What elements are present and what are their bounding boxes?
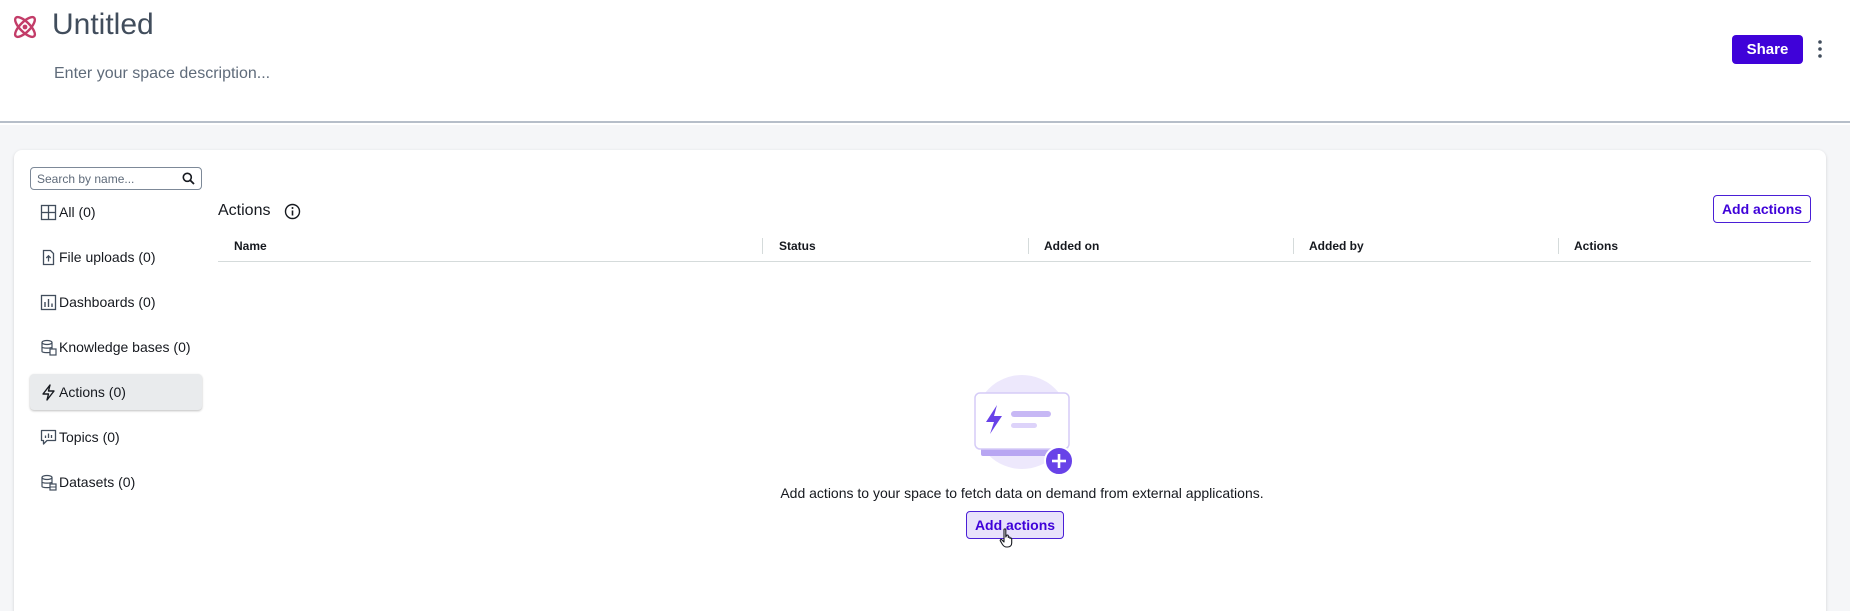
- sidebar-item-topics[interactable]: Topics (0): [30, 419, 202, 455]
- search-box[interactable]: [30, 167, 202, 190]
- column-divider[interactable]: [1293, 238, 1294, 254]
- database-icon: [41, 339, 57, 356]
- table-header: Name Status Added on Added by Actions: [218, 234, 1811, 262]
- page-title[interactable]: Untitled: [52, 8, 154, 42]
- lightning-icon: [42, 383, 55, 401]
- dataset-icon: [41, 474, 57, 491]
- sidebar-item-label: Knowledge bases (0): [59, 339, 191, 355]
- column-header-status[interactable]: Status: [779, 239, 816, 253]
- sidebar-item-dashboards[interactable]: Dashboards (0): [30, 284, 202, 320]
- topic-icon: [40, 429, 57, 445]
- sidebar-item-actions[interactable]: Actions (0): [30, 374, 202, 410]
- column-header-actions[interactable]: Actions: [1574, 239, 1618, 253]
- dashboard-icon: [40, 294, 57, 310]
- atom-logo-icon: [13, 15, 37, 39]
- sidebar-item-datasets[interactable]: Datasets (0): [30, 464, 202, 500]
- sidebar-item-label: Dashboards (0): [59, 294, 156, 310]
- workspace-area: All (0) File uploads (0) Dashboards (0): [0, 125, 1850, 611]
- content-panel: All (0) File uploads (0) Dashboards (0): [14, 150, 1826, 611]
- sidebar-item-label: Actions (0): [59, 384, 126, 400]
- sidebar-item-label: All (0): [59, 204, 96, 220]
- more-options-icon[interactable]: [1812, 37, 1828, 61]
- sidebar-item-label: Datasets (0): [59, 474, 136, 490]
- sidebar-item-all[interactable]: All (0): [30, 194, 202, 230]
- hand-cursor-icon: [999, 528, 1013, 548]
- share-button[interactable]: Share: [1732, 35, 1803, 64]
- empty-state-add-actions-button[interactable]: Add actions: [966, 511, 1064, 539]
- search-icon[interactable]: [182, 172, 195, 185]
- column-header-added-on[interactable]: Added on: [1044, 239, 1099, 253]
- column-divider[interactable]: [1558, 238, 1559, 254]
- column-header-added-by[interactable]: Added by: [1309, 239, 1364, 253]
- sidebar-item-label: File uploads (0): [59, 249, 156, 265]
- grid-icon: [40, 204, 57, 220]
- section-title: Actions: [218, 202, 271, 219]
- add-actions-button[interactable]: Add actions: [1713, 195, 1811, 223]
- column-divider[interactable]: [762, 238, 763, 254]
- empty-state-illustration: [974, 375, 1074, 475]
- page-header: Untitled Enter your space description...…: [0, 0, 1850, 123]
- sidebar-item-knowledge-bases[interactable]: Knowledge bases (0): [30, 329, 202, 365]
- file-upload-icon: [42, 249, 55, 265]
- column-divider[interactable]: [1028, 238, 1029, 254]
- empty-state-message: Add actions to your space to fetch data …: [780, 485, 1264, 501]
- sidebar-item-file-uploads[interactable]: File uploads (0): [30, 239, 202, 275]
- column-header-name[interactable]: Name: [234, 239, 267, 253]
- search-input[interactable]: [37, 170, 177, 187]
- sidebar-item-label: Topics (0): [59, 429, 120, 445]
- space-description-field[interactable]: Enter your space description...: [54, 65, 270, 83]
- info-icon[interactable]: [284, 203, 301, 220]
